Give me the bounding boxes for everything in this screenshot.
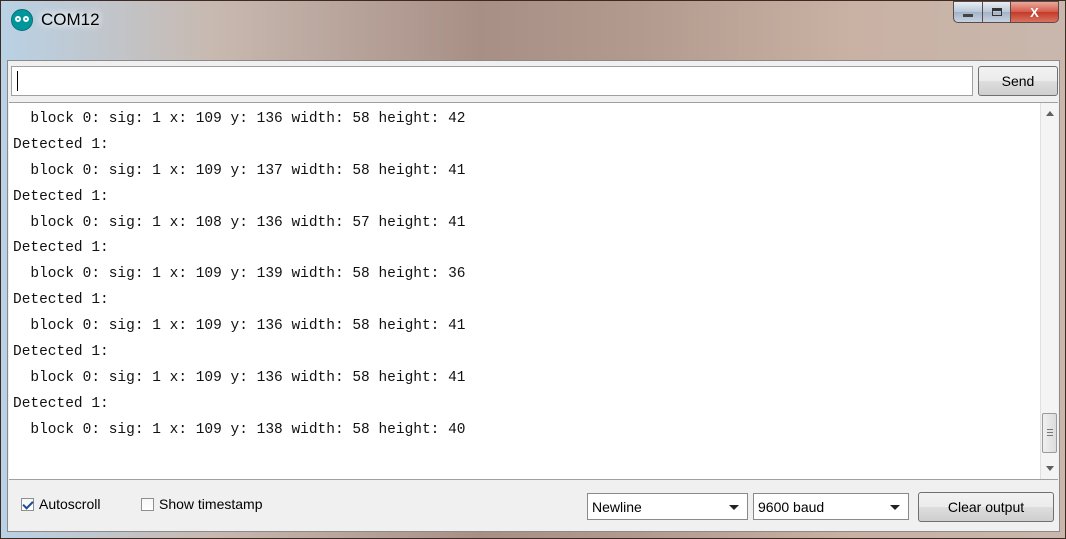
- baud-rate-select[interactable]: 9600 baud: [753, 493, 909, 520]
- autoscroll-label: Autoscroll: [39, 496, 101, 512]
- output-line: Detected 1:: [13, 240, 109, 257]
- footer-bar: Autoscroll Show timestamp Newline 9600 b…: [8, 485, 1059, 527]
- window-title: COM12: [41, 10, 100, 29]
- output-text: block 0: sig: 1 x: 109 y: 136 width: 58 …: [13, 107, 1034, 444]
- output-line: Detected 1:: [13, 395, 109, 412]
- line-ending-value: Newline: [592, 498, 642, 515]
- text-caret: [17, 71, 18, 91]
- close-icon: X: [1030, 4, 1039, 20]
- serial-send-input[interactable]: [11, 66, 973, 96]
- baud-rate-value: 9600 baud: [758, 498, 825, 515]
- grip-line: [1047, 429, 1053, 430]
- output-line: Detected 1:: [13, 344, 109, 361]
- output-line: Detected 1:: [13, 136, 109, 153]
- show-timestamp-label: Show timestamp: [159, 496, 263, 512]
- line-ending-select[interactable]: Newline: [587, 493, 748, 520]
- scrollbar-thumb[interactable]: [1042, 413, 1057, 453]
- show-timestamp-option[interactable]: Show timestamp: [141, 496, 262, 512]
- output-line: Detected 1:: [13, 292, 109, 309]
- minimize-button[interactable]: [953, 1, 983, 23]
- close-button[interactable]: X: [1011, 1, 1059, 23]
- send-button[interactable]: Send: [978, 66, 1058, 96]
- minimize-icon: [963, 13, 973, 17]
- chevron-down-icon: [890, 505, 900, 510]
- output-line: block 0: sig: 1 x: 109 y: 139 width: 58 …: [13, 266, 466, 283]
- output-line: block 0: sig: 1 x: 109 y: 136 width: 58 …: [13, 369, 466, 386]
- chevron-down-icon: [729, 505, 739, 510]
- output-line: block 0: sig: 1 x: 109 y: 136 width: 58 …: [13, 111, 466, 127]
- scroll-up-arrow-icon[interactable]: [1046, 111, 1054, 116]
- grip-line: [1047, 432, 1053, 433]
- vertical-scrollbar[interactable]: [1040, 103, 1058, 479]
- autoscroll-option[interactable]: Autoscroll: [21, 496, 100, 512]
- output-line: block 0: sig: 1 x: 109 y: 137 width: 58 …: [13, 162, 466, 179]
- output-line: block 0: sig: 1 x: 109 y: 138 width: 58 …: [13, 421, 466, 438]
- caption-buttons: X: [953, 1, 1059, 23]
- title-bar[interactable]: COM12 X: [1, 1, 1065, 59]
- client-area: Send block 0: sig: 1 x: 109 y: 136 width…: [7, 60, 1060, 532]
- serial-output-area[interactable]: block 0: sig: 1 x: 109 y: 136 width: 58 …: [9, 102, 1058, 480]
- maximize-icon: [991, 8, 1002, 16]
- send-bar: Send: [9, 66, 1058, 96]
- maximize-button[interactable]: [983, 1, 1011, 23]
- serial-monitor-window: COM12 X Send block 0: sig: 1 x: 109 y: 1…: [0, 0, 1066, 539]
- output-line: block 0: sig: 1 x: 108 y: 136 width: 57 …: [13, 214, 466, 231]
- output-line: block 0: sig: 1 x: 109 y: 136 width: 58 …: [13, 318, 466, 335]
- show-timestamp-checkbox[interactable]: [141, 497, 154, 511]
- arduino-icon: [11, 9, 33, 31]
- autoscroll-checkbox[interactable]: [21, 497, 34, 511]
- clear-output-button[interactable]: Clear output: [918, 492, 1054, 522]
- scroll-down-arrow-icon[interactable]: [1046, 466, 1054, 471]
- grip-line: [1047, 435, 1053, 436]
- output-line: Detected 1:: [13, 188, 109, 205]
